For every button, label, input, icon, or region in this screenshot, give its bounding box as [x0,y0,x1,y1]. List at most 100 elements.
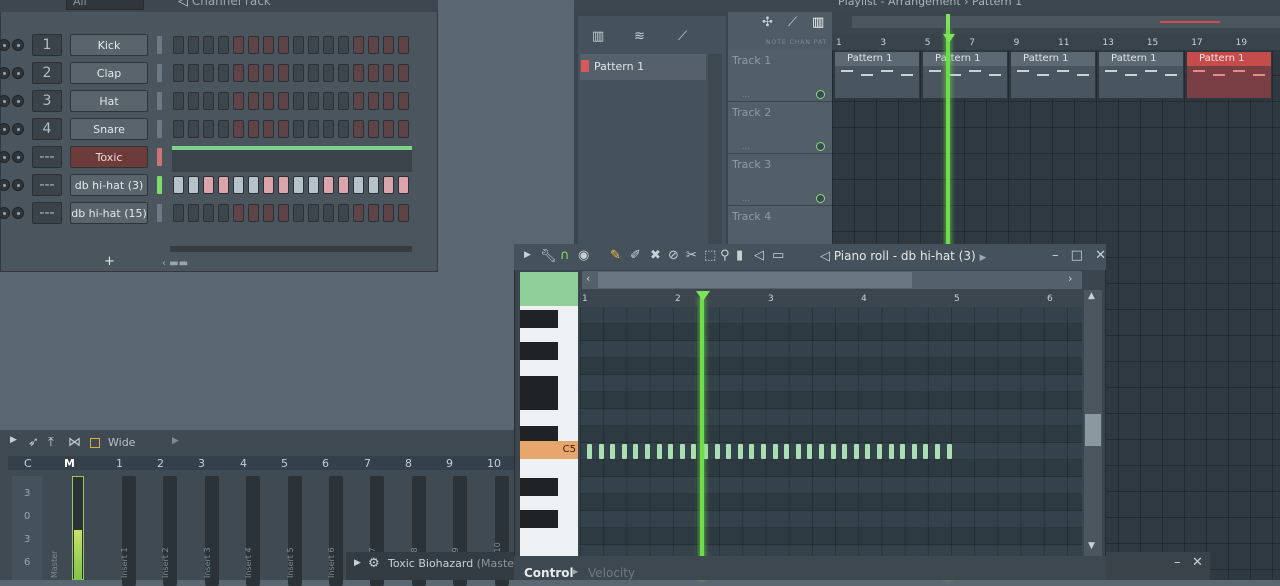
step-button[interactable] [218,92,229,110]
channel-mixer-track[interactable]: 3 [32,90,62,112]
channel-mixer-track[interactable]: 1 [32,34,62,56]
step-button[interactable] [368,120,379,138]
tool-extra-icon[interactable]: ▭ [772,249,784,262]
scroll-down-icon[interactable]: ▼ [1088,542,1095,551]
mute-icon[interactable]: ⊘ [668,249,679,262]
step-button[interactable] [173,92,184,110]
step-button[interactable] [293,204,304,222]
note[interactable] [946,444,952,459]
audio-wave-icon[interactable]: ≋ [634,30,645,43]
play-circle-icon[interactable]: ◉ [578,249,589,262]
step-button[interactable] [248,204,259,222]
step-button[interactable] [338,36,349,54]
channel-name-button[interactable]: Hat [70,90,148,112]
toxic-biohazard-piano-preview[interactable] [172,150,412,172]
playlist-scroll-marker[interactable] [946,14,950,30]
playback-icon[interactable]: ▮ [736,249,743,262]
volume-knob[interactable] [12,39,24,51]
step-button[interactable] [383,92,394,110]
step-button[interactable] [398,176,409,194]
pr-maximize-icon[interactable]: □ [1071,249,1083,262]
note[interactable] [795,444,801,459]
step-button[interactable] [323,120,334,138]
piano-roll-position-marker[interactable] [696,291,710,301]
note[interactable] [726,444,732,459]
note[interactable] [830,444,836,459]
note[interactable] [737,444,743,459]
fx-menu-arrow-icon[interactable]: ▶ [354,559,361,568]
step-button[interactable] [338,92,349,110]
volume-knob[interactable] [12,179,24,191]
layout-icon[interactable] [90,438,100,448]
track-options-dots[interactable]: ... [742,90,750,99]
step-button[interactable] [248,176,259,194]
step-button[interactable] [218,36,229,54]
piano-roll-scroll-thumb[interactable] [598,272,912,288]
channel-filter-select[interactable]: All [66,0,144,10]
volume-knob[interactable] [12,95,24,107]
step-button[interactable] [338,204,349,222]
step-button[interactable] [383,176,394,194]
pr-close-icon[interactable]: ✕ [1095,249,1106,262]
step-button[interactable] [233,120,244,138]
magnet-icon[interactable]: ∩ [560,249,570,262]
step-button[interactable] [233,92,244,110]
black-key[interactable] [520,392,558,410]
track-options-dots[interactable]: ... [742,194,750,203]
black-key[interactable] [520,478,558,496]
channel-name-button[interactable]: Toxic Biohazard [70,146,148,185]
mixer-header-number[interactable]: 9 [446,457,453,470]
playlist-clip[interactable]: Pattern 1 [834,51,920,99]
step-button[interactable] [173,64,184,82]
step-button[interactable] [323,176,334,194]
note[interactable] [935,444,940,459]
playlist-clip[interactable]: Pattern 1 [1010,51,1096,99]
step-button[interactable] [263,64,274,82]
step-button[interactable] [308,204,319,222]
note[interactable] [587,444,592,459]
step-button[interactable] [398,64,409,82]
step-button[interactable] [323,64,334,82]
step-button[interactable] [383,36,394,54]
note[interactable] [911,444,917,459]
step-button[interactable] [353,64,364,82]
delete-icon[interactable]: ✖ [650,249,661,262]
step-button[interactable] [383,204,394,222]
step-button[interactable] [308,120,319,138]
step-button[interactable] [203,176,214,194]
step-button[interactable] [368,92,379,110]
step-button[interactable] [233,64,244,82]
step-button[interactable] [173,120,184,138]
step-button[interactable] [173,36,184,54]
step-button[interactable] [308,64,319,82]
note[interactable] [807,444,813,459]
channel-select-indicator[interactable] [157,64,162,82]
link-icon[interactable]: ⋈ [68,436,81,449]
gear-icon[interactable]: ⚙ [368,557,380,570]
channel-select-indicator[interactable] [157,176,162,194]
velocity-label[interactable]: Velocity [588,566,635,580]
step-button[interactable] [293,64,304,82]
step-button[interactable] [263,92,274,110]
control-arrow-icon[interactable]: ▶ [572,568,578,576]
note[interactable] [923,444,929,459]
step-button[interactable] [188,64,199,82]
step-button[interactable] [353,204,364,222]
step-button[interactable] [293,176,304,194]
note[interactable] [900,444,906,459]
step-button[interactable] [323,204,334,222]
piano-roll-zoom-corner[interactable] [520,272,578,306]
step-button[interactable] [233,36,244,54]
playlist-ruler[interactable] [832,34,1280,50]
channel-name-button[interactable]: Snare [70,118,148,140]
mixer-header-number[interactable]: 8 [405,457,412,470]
minimize-icon[interactable]: – [1174,556,1181,569]
channel-mixer-track[interactable]: 4 [32,118,62,140]
step-button[interactable] [353,176,364,194]
step-button[interactable] [218,64,229,82]
step-button[interactable] [278,176,289,194]
wrench-icon[interactable]: 🔧︎ [540,250,557,263]
channel-rack-scrollbar[interactable] [170,246,412,252]
mixer-header-number[interactable]: C [24,457,32,470]
piano-roll-playhead[interactable] [700,296,704,580]
